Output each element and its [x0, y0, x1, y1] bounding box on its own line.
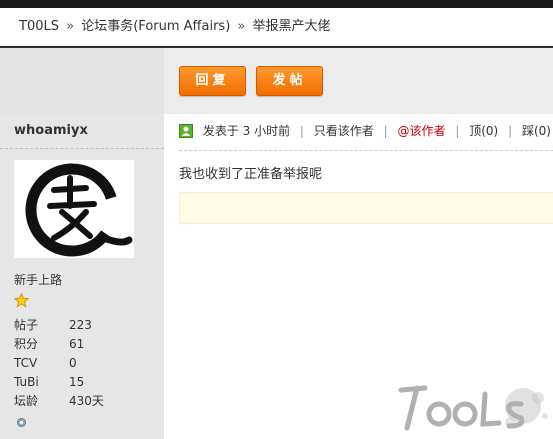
divider: |: [455, 124, 460, 138]
stat-row: TCV 0: [14, 354, 104, 373]
stat-label: TuBi: [14, 375, 39, 389]
avatar[interactable]: [14, 160, 134, 258]
stat-row: 坛龄 430天: [14, 392, 104, 411]
post-notice-box: [179, 192, 553, 224]
divider: |: [299, 124, 304, 138]
user-rank: 新手上路: [14, 273, 63, 287]
stat-value: 0: [69, 356, 77, 370]
post-time: 发表于 3 小时前: [202, 124, 291, 138]
star-icon: [14, 293, 29, 308]
post-meta: 发表于 3 小时前 | 只看该作者 | @该作者 | 顶(0) | 踩(0): [179, 122, 551, 139]
user-stats: 帖子 223 积分 61 TCV 0 TuBi 15 坛龄 430天: [14, 316, 104, 411]
stat-label: 积分: [14, 337, 39, 351]
upvote-link[interactable]: 顶(0): [469, 124, 498, 138]
divider: [179, 150, 553, 151]
breadcrumb-home[interactable]: T00LS: [19, 19, 59, 34]
stat-value: 61: [69, 337, 85, 351]
stat-label: 帖子: [14, 318, 39, 332]
breadcrumb-separator: »: [237, 19, 246, 34]
stat-row: TuBi 15: [14, 373, 104, 392]
breadcrumb-forum[interactable]: 论坛事务(Forum Affairs): [81, 19, 230, 34]
divider: [0, 148, 164, 149]
sidebar-header: [0, 48, 164, 114]
stat-row: 积分 61: [14, 335, 104, 354]
stat-label: 坛龄: [14, 394, 39, 408]
at-author-link[interactable]: @该作者: [398, 124, 446, 138]
stat-value: 223: [69, 318, 92, 332]
tools-logo: [398, 385, 548, 431]
stat-label: TCV: [14, 356, 38, 370]
divider: |: [508, 124, 513, 138]
downvote-link[interactable]: 踩(0): [522, 124, 551, 138]
breadcrumb-thread[interactable]: 举报黑产大佬: [253, 19, 331, 34]
stat-value: 15: [69, 375, 85, 389]
top-bar: [0, 0, 553, 8]
breadcrumb: T00LS » 论坛事务(Forum Affairs) » 举报黑产大佬: [0, 8, 553, 48]
new-post-button[interactable]: 发帖: [256, 66, 323, 96]
only-author-link[interactable]: 只看该作者: [314, 124, 374, 138]
stat-value: 430天: [69, 394, 104, 408]
small-status-icon[interactable]: [16, 417, 27, 428]
post-body: 我也收到了正准备举报呢: [179, 167, 323, 182]
breadcrumb-separator: »: [66, 19, 75, 34]
author-username[interactable]: whoamiyx: [14, 123, 88, 138]
user-icon: [179, 124, 193, 138]
divider: |: [383, 124, 388, 138]
stat-row: 帖子 223: [14, 316, 104, 335]
reply-button[interactable]: 回复: [179, 66, 246, 96]
